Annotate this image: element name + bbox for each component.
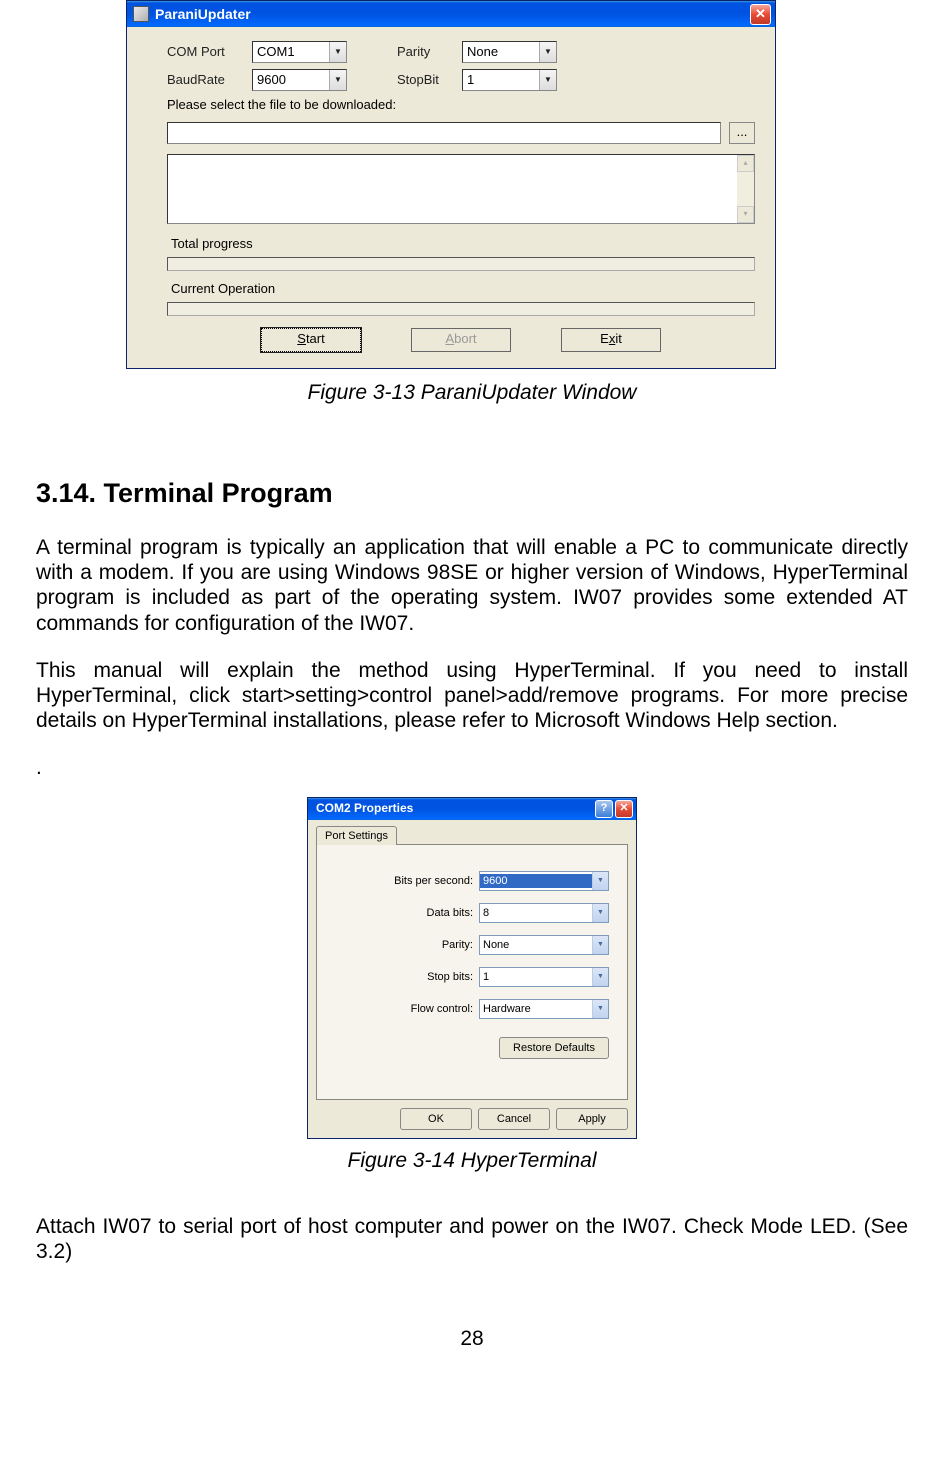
parani-updater-window: ParaniUpdater ✕ COM Port COM1 ▼ Parity N…: [126, 0, 776, 369]
titlebar: ParaniUpdater ✕: [127, 1, 775, 27]
file-prompt: Please select the file to be downloaded:: [167, 97, 755, 114]
figure-caption-2: Figure 3-14 HyperTerminal: [36, 1147, 908, 1174]
current-op-bar: [167, 302, 755, 316]
scrollbar[interactable]: ▴ ▾: [737, 155, 754, 223]
databits-label: Data bits:: [427, 906, 473, 920]
cancel-button[interactable]: Cancel: [478, 1108, 550, 1130]
stopbit-select[interactable]: 1 ▼: [462, 69, 557, 91]
stopbits-label: Stop bits:: [427, 970, 473, 984]
scroll-down-icon[interactable]: ▾: [737, 206, 754, 223]
total-progress-bar: [167, 257, 755, 271]
baudrate-label: BaudRate: [167, 72, 242, 89]
tab-panel: Bits per second: 9600 ▼ Data bits: 8 ▼ P…: [316, 844, 628, 1100]
chevron-down-icon[interactable]: ▼: [592, 968, 608, 986]
chevron-down-icon[interactable]: ▼: [329, 42, 346, 62]
stopbit-label: StopBit: [397, 72, 452, 89]
file-path-input[interactable]: [167, 122, 721, 144]
flow-label: Flow control:: [411, 1002, 473, 1016]
comport-label: COM Port: [167, 44, 242, 61]
log-textarea[interactable]: ▴ ▾: [167, 154, 755, 224]
com-titlebar: COM2 Properties ? ✕: [308, 798, 636, 820]
app-icon: [133, 6, 149, 22]
current-op-label: Current Operation: [171, 281, 755, 298]
help-icon[interactable]: ?: [595, 800, 613, 818]
flow-select[interactable]: Hardware ▼: [479, 999, 609, 1019]
orphan-dot: .: [36, 755, 908, 780]
page-number: 28: [36, 1325, 908, 1352]
start-button[interactable]: Start: [261, 328, 361, 352]
close-icon[interactable]: ✕: [750, 4, 771, 25]
chevron-down-icon[interactable]: ▼: [592, 872, 608, 890]
browse-button[interactable]: ...: [729, 122, 755, 144]
ok-button[interactable]: OK: [400, 1108, 472, 1130]
com2-properties-window: COM2 Properties ? ✕ Port Settings Bits p…: [307, 797, 637, 1139]
restore-defaults-button[interactable]: Restore Defaults: [499, 1037, 609, 1059]
comport-select[interactable]: COM1 ▼: [252, 41, 347, 63]
bps-select[interactable]: 9600 ▼: [479, 871, 609, 891]
chevron-down-icon[interactable]: ▼: [592, 936, 608, 954]
databits-select[interactable]: 8 ▼: [479, 903, 609, 923]
para-1: A terminal program is typically an appli…: [36, 535, 908, 636]
section-heading: 3.14. Terminal Program: [36, 476, 908, 511]
chevron-down-icon[interactable]: ▼: [329, 70, 346, 90]
close-icon[interactable]: ✕: [615, 800, 633, 818]
parity-label: Parity: [397, 44, 452, 61]
total-progress-label: Total progress: [171, 236, 755, 253]
exit-button[interactable]: Exit: [561, 328, 661, 352]
com-title: COM2 Properties: [316, 801, 413, 817]
window-title: ParaniUpdater: [155, 5, 251, 23]
apply-button[interactable]: Apply: [556, 1108, 628, 1130]
chevron-down-icon[interactable]: ▼: [592, 904, 608, 922]
stopbits-select[interactable]: 1 ▼: [479, 967, 609, 987]
parity-label-2: Parity:: [442, 938, 473, 952]
chevron-down-icon[interactable]: ▼: [592, 1000, 608, 1018]
chevron-down-icon[interactable]: ▼: [539, 42, 556, 62]
parity-select[interactable]: None ▼: [462, 41, 557, 63]
bottom-para: Attach IW07 to serial port of host compu…: [36, 1214, 908, 1264]
bps-label: Bits per second:: [394, 874, 473, 888]
scroll-up-icon[interactable]: ▴: [737, 155, 754, 172]
abort-button[interactable]: Abort: [411, 328, 511, 352]
para-2: This manual will explain the method usin…: [36, 658, 908, 734]
parity-select-2[interactable]: None ▼: [479, 935, 609, 955]
chevron-down-icon[interactable]: ▼: [539, 70, 556, 90]
baudrate-select[interactable]: 9600 ▼: [252, 69, 347, 91]
figure-caption-1: Figure 3-13 ParaniUpdater Window: [36, 379, 908, 406]
tab-port-settings[interactable]: Port Settings: [316, 826, 397, 845]
